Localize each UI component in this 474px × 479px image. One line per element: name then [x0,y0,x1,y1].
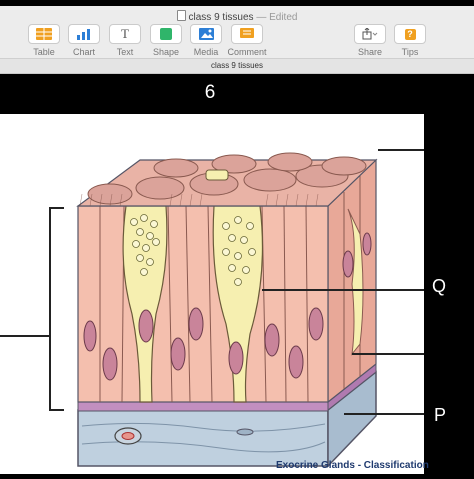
document-title: class 9 tissues [188,12,254,23]
share-icon [362,28,378,40]
label-p: P [434,405,447,425]
comment-label: Comment [227,47,267,57]
basement-membrane [77,401,329,412]
document-icon [176,10,186,21]
comment-button[interactable]: Comment [227,24,267,57]
tips-label: Tips [401,47,419,57]
media-button[interactable]: Media [186,24,226,57]
nucleus [102,347,118,381]
text-button[interactable]: T Text [105,24,145,57]
tips-button[interactable]: ? Tips [390,24,430,57]
comment-icon [240,28,254,38]
slide-number: 6 [204,82,216,103]
chart-button[interactable]: Chart [64,24,104,57]
shape-icon [160,28,172,40]
app-toolbar: class 9 tissues — Edited Table Chart T T… [0,6,474,59]
table-label: Table [33,47,55,57]
sheet-tab[interactable]: class 9 tissues [0,61,474,70]
text-icon: T [121,26,129,41]
shape-label: Shape [152,47,180,57]
share-button[interactable]: Share [350,24,390,57]
label-q: Q [432,276,447,296]
sheet-tab-bar: class 9 tissues [0,59,474,74]
media-icon [198,28,214,40]
document-status: — Edited [256,12,298,23]
chart-label: Chart [72,47,95,57]
chart-icon [77,29,90,40]
text-label: Text [116,47,134,57]
document-title-bar: class 9 tissues — Edited [0,10,474,23]
tips-icon: ? [404,28,416,40]
table-icon [36,28,52,40]
media-label: Media [193,47,219,57]
shape-button[interactable]: Shape [146,24,186,57]
epithelium-diagram [0,149,424,468]
share-label: Share [357,47,383,57]
table-button[interactable]: Table [24,24,64,57]
left-bracket [49,207,64,411]
epithelium-illustration [0,114,424,474]
slide-caption: Exocrine Glands - Classification [276,460,429,471]
